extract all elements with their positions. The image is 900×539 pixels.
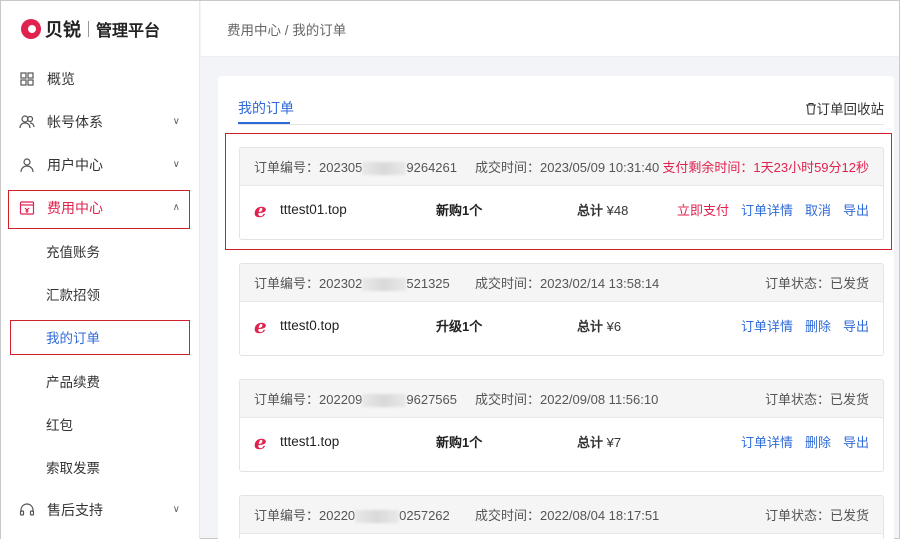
- order-card: 订单编号：202302 521325 成交时间：2023/02/14 13:58:…: [239, 263, 884, 356]
- order-header: 订单编号：20220 0257262 成交时间：2022/08/04 18:17:…: [240, 496, 883, 534]
- user-icon: [19, 157, 35, 173]
- recycle-bin-link[interactable]: 订单回收站: [805, 98, 885, 118]
- brand[interactable]: 贝锐 管理平台: [1, 1, 199, 57]
- order-card: 订单编号：20220 0257262 成交时间：2022/08/04 18:17:…: [239, 495, 884, 539]
- sidebar-item-overview[interactable]: 概览: [1, 61, 200, 97]
- order-total: 总计 ¥6: [577, 319, 622, 334]
- chevron-down-icon: ∨: [172, 116, 180, 127]
- order-type: 新购1个: [436, 435, 483, 450]
- order-type: 升级1个: [436, 319, 483, 334]
- order-time: 成交时间：2022/08/04 18:17:51: [475, 508, 660, 523]
- sidebar-subitem-remittance[interactable]: 汇款招领: [1, 276, 200, 312]
- sidebar-subitem-invoice[interactable]: 索取发票: [1, 449, 200, 485]
- sidebar-subitem-renewal[interactable]: 产品续费: [1, 363, 200, 399]
- breadcrumb: 费用中心 / 我的订单: [201, 1, 899, 57]
- domain-icon: e: [254, 430, 267, 454]
- sidebar-item-label: 概览: [47, 71, 75, 87]
- order-card: 订单编号：202209 9627565 成交时间：2022/09/08 11:56…: [239, 379, 884, 472]
- chevron-down-icon: ∨: [172, 159, 180, 170]
- order-actions: 订单详情 删除 导出: [741, 316, 869, 335]
- recycle-bin-label: 订单回收站: [816, 102, 885, 117]
- brand-subtitle: 管理平台: [96, 23, 161, 40]
- sidebar-item-support[interactable]: 售后支持 ∨: [1, 492, 200, 528]
- tab-my-orders[interactable]: 我的订单: [238, 98, 294, 118]
- order-status: 订单状态：已发货: [764, 508, 869, 523]
- export-link[interactable]: 导出: [843, 432, 869, 451]
- chevron-down-icon: ∨: [172, 504, 180, 515]
- order-time: 成交时间：2023/02/14 13:58:14: [475, 276, 660, 291]
- sidebar-item-label: 帐号体系: [47, 114, 103, 130]
- highlight-my-orders: [10, 320, 190, 355]
- order-number: 订单编号：20220 0257262: [254, 508, 450, 524]
- tab-divider: [238, 124, 884, 125]
- order-total: 总计 ¥7: [577, 435, 622, 450]
- users-icon: [19, 114, 35, 130]
- order-number: 订单编号：202302 521325: [254, 276, 450, 292]
- sidebar-item-accounts[interactable]: 帐号体系 ∨: [1, 104, 200, 140]
- order-status: 订单状态：已发货: [764, 276, 869, 291]
- domain-name: tttest1.top: [280, 434, 340, 449]
- sidebar-subitem-recharge[interactable]: 充值账务: [1, 233, 200, 269]
- delete-link[interactable]: 删除: [805, 316, 831, 335]
- highlight-billing: [8, 190, 190, 229]
- order-status: 订单状态：已发货: [764, 392, 869, 407]
- order-detail-link[interactable]: 订单详情: [741, 432, 793, 451]
- order-header: 订单编号：202209 9627565 成交时间：2022/09/08 11:56…: [240, 380, 883, 418]
- order-header: 订单编号：202302 521325 成交时间：2023/02/14 13:58:…: [240, 264, 883, 302]
- export-link[interactable]: 导出: [843, 316, 869, 335]
- sidebar-item-user-center[interactable]: 用户中心 ∨: [1, 147, 200, 183]
- order-actions: 订单详情 删除 导出: [741, 432, 869, 451]
- sidebar-subitem-red-packet[interactable]: 红包: [1, 406, 200, 442]
- order-detail-link[interactable]: 订单详情: [741, 316, 793, 335]
- domain-name: tttest0.top: [280, 318, 340, 333]
- sidebar: 贝锐 管理平台 概览 帐号体系 ∨ 用户中心 ∨ 费用中心 ∧ 充值账务 汇款招…: [1, 1, 200, 539]
- logo-icon: [21, 19, 41, 39]
- grid-icon: [19, 71, 35, 87]
- headset-icon: [19, 502, 35, 518]
- domain-icon: e: [254, 314, 267, 338]
- order-time: 成交时间：2022/09/08 11:56:10: [475, 392, 659, 407]
- order-row: e tttest1.top 新购1个 总计 ¥7 订单详情 删除 导出: [240, 418, 883, 465]
- delete-link[interactable]: 删除: [805, 432, 831, 451]
- tab-active-indicator: [238, 122, 290, 124]
- order-number: 订单编号：202209 9627565: [254, 392, 458, 408]
- sidebar-item-label: 用户中心: [47, 157, 103, 173]
- sidebar-item-label: 售后支持: [47, 502, 103, 518]
- brand-name: 贝锐: [45, 20, 81, 40]
- order-row: e tttest0.top 升级1个 总计 ¥6 订单详情 删除 导出: [240, 302, 883, 349]
- trash-icon: [805, 102, 816, 115]
- brand-divider: [88, 21, 89, 37]
- highlight-pending-order: [225, 133, 892, 250]
